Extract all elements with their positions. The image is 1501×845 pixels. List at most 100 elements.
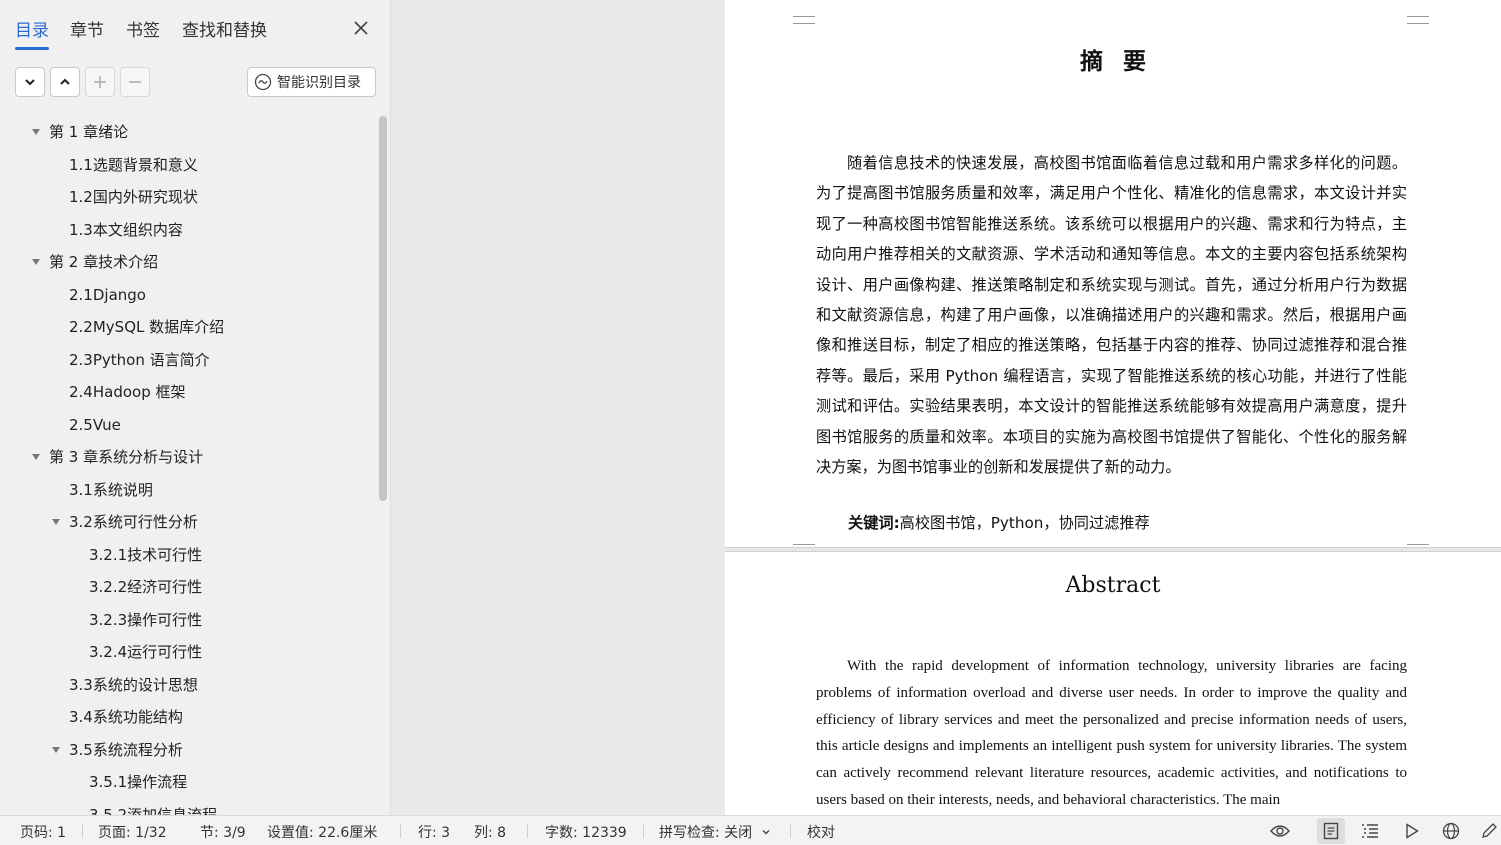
toc-item[interactable]: 第 3 章系统分析与设计 [0, 442, 370, 472]
minus-icon [129, 81, 141, 83]
tab-find-replace[interactable]: 查找和替换 [182, 16, 267, 41]
caret-down-icon[interactable] [30, 117, 42, 147]
abstract-zh-keywords: 关键词:高校图书馆，Python，协同过滤推荐 [848, 511, 1150, 533]
play-icon[interactable] [1401, 820, 1423, 842]
keywords-label: 关键词: [848, 514, 900, 532]
smart-toc-button[interactable]: 智能识别目录 [247, 67, 376, 97]
tab-bookmarks[interactable]: 书签 [126, 16, 160, 41]
outline-view-icon[interactable] [1359, 820, 1381, 842]
navigation-pane: 目录 章节 书签 查找和替换 智能识别目录 第 1 章绪论 1.1选题背景和意义 1… [0, 0, 391, 815]
toc-item[interactable]: 1.3本文组织内容 [0, 215, 370, 245]
toc-item-label: 2.4Hadoop 框架 [69, 383, 186, 401]
status-word-count[interactable]: 字数: 12339 [545, 822, 627, 842]
toc-item[interactable]: 3.2.3操作可行性 [0, 605, 370, 635]
toc-item-label: 3.2.1技术可行性 [89, 545, 203, 564]
toc-item[interactable]: 3.2系统可行性分析 [0, 507, 370, 537]
toc-item[interactable]: 3.1系统说明 [0, 475, 370, 505]
toc-item[interactable]: 3.2.2经济可行性 [0, 572, 370, 602]
status-proofread[interactable]: 校对 [807, 822, 835, 842]
toc-item[interactable]: 2.4Hadoop 框架 [0, 377, 370, 407]
close-icon[interactable] [350, 17, 372, 39]
document-area: 摘要 随着信息技术的快速发展，高校图书馆面临着信息过载和用户需求多样化的问题。为… [392, 0, 1501, 815]
toc-item[interactable]: 2.3Python 语言简介 [0, 345, 370, 375]
toc-item[interactable]: 3.3系统的设计思想 [0, 670, 370, 700]
toc-item[interactable]: 2.5Vue [0, 410, 370, 440]
toc-item-label: 2.1Django [69, 285, 146, 304]
toc-item-label: 1.3本文组织内容 [69, 220, 183, 239]
toc-item[interactable]: 2.1Django [0, 280, 370, 310]
globe-icon[interactable] [1440, 820, 1462, 842]
remove-heading-button[interactable] [120, 67, 150, 97]
spell-check-label: 拼写检查: 关闭 [659, 825, 753, 841]
smart-toc-icon [254, 73, 272, 91]
abstract-en-body[interactable]: With the rapid development of informatio… [816, 653, 1407, 814]
toc-item-label: 2.3Python 语言简介 [69, 350, 210, 369]
toc-item-label: 3.5系统流程分析 [69, 740, 183, 759]
toc-item-label: 第 3 章系统分析与设计 [49, 448, 204, 466]
status-page[interactable]: 页面: 1/32 [98, 822, 167, 842]
caret-down-icon[interactable] [50, 507, 62, 537]
page-view-icon[interactable] [1317, 818, 1345, 844]
chevron-up-icon [60, 78, 70, 85]
toc-item[interactable]: 3.2.4运行可行性 [0, 637, 370, 667]
status-separator [82, 824, 83, 838]
toc-item-label: 2.2MySQL 数据库介绍 [69, 318, 225, 336]
status-spell-check[interactable]: 拼写检查: 关闭 [659, 822, 771, 842]
nav-tabs: 目录 章节 书签 查找和替换 [0, 0, 391, 58]
toc-item-label: 3.2系统可行性分析 [69, 513, 198, 531]
toc-item[interactable]: 第 2 章技术介绍 [0, 247, 370, 277]
pen-icon[interactable] [1478, 820, 1500, 842]
caret-down-icon[interactable] [30, 247, 42, 277]
abstract-zh-title: 摘要 [1080, 48, 1166, 75]
toc-item[interactable]: 1.1选题背景和意义 [0, 150, 370, 180]
smart-toc-label: 智能识别目录 [277, 75, 361, 91]
toc-item[interactable]: 1.2国内外研究现状 [0, 182, 370, 212]
eye-icon[interactable] [1269, 820, 1291, 842]
toc-item[interactable]: 3.5.1操作流程 [0, 767, 370, 797]
status-page-code[interactable]: 页码: 1 [20, 822, 66, 842]
toc-list: 第 1 章绪论 1.1选题背景和意义 1.2国内外研究现状 1.3本文组织内容第 2 … [0, 116, 376, 815]
toc-item-label: 3.5.1操作流程 [89, 773, 188, 791]
toc-item-label: 3.3系统的设计思想 [69, 675, 198, 694]
tab-chapters[interactable]: 章节 [70, 16, 104, 41]
toc-item[interactable]: 3.5系统流程分析 [0, 735, 370, 765]
status-separator [790, 824, 791, 838]
toc-item-label: 2.5Vue [69, 415, 121, 434]
margin-mark [1407, 16, 1429, 24]
keywords-text: 高校图书馆，Python，协同过滤推荐 [899, 514, 1150, 532]
toc-item-label: 3.4系统功能结构 [69, 708, 183, 726]
status-section[interactable]: 节: 3/9 [200, 822, 246, 842]
abstract-zh-body[interactable]: 随着信息技术的快速发展，高校图书馆面临着信息过载和用户需求多样化的问题。为了提高… [816, 148, 1407, 482]
status-bar: 页码: 1 页面: 1/32 节: 3/9 设置值: 22.6厘米 行: 3 列… [0, 815, 1501, 845]
toc-item[interactable]: 3.5.2添加信息流程 [0, 800, 370, 816]
page-2: Abstract With the rapid development of i… [725, 551, 1501, 815]
status-setting[interactable]: 设置值: 22.6厘米 [267, 822, 377, 842]
plus-icon [94, 76, 106, 88]
toc-item-label: 3.2.3操作可行性 [89, 610, 203, 629]
toc-item-label: 第 2 章技术介绍 [49, 253, 159, 271]
expand-up-button[interactable] [50, 67, 80, 97]
page-1: 摘要 随着信息技术的快速发展，高校图书馆面临着信息过载和用户需求多样化的问题。为… [725, 0, 1501, 552]
toc-item-label: 1.2国内外研究现状 [69, 188, 198, 206]
status-separator [400, 824, 401, 838]
chevron-down-icon [762, 830, 770, 835]
status-col: 列: 8 [474, 825, 507, 841]
expand-down-button[interactable] [15, 67, 45, 97]
caret-down-icon[interactable] [50, 735, 62, 765]
toc-item-label: 3.2.2经济可行性 [89, 578, 203, 596]
toc-item-label: 1.1选题背景和意义 [69, 155, 198, 174]
add-heading-button[interactable] [85, 67, 115, 97]
tab-toc[interactable]: 目录 [15, 16, 49, 50]
toc-scrollbar[interactable] [379, 116, 387, 501]
toc-item[interactable]: 3.2.1技术可行性 [0, 540, 370, 570]
toc-item-label: 第 1 章绪论 [49, 123, 129, 141]
abstract-en-title: Abstract [1065, 573, 1161, 598]
status-separator [643, 824, 644, 838]
toc-item[interactable]: 2.2MySQL 数据库介绍 [0, 312, 370, 342]
chevron-down-icon [25, 79, 35, 86]
toc-item[interactable]: 3.4系统功能结构 [0, 702, 370, 732]
toc-item-label: 3.5.2添加信息流程 [89, 805, 218, 816]
toc-item[interactable]: 第 1 章绪论 [0, 117, 370, 147]
caret-down-icon[interactable] [30, 442, 42, 472]
status-separator [527, 824, 528, 838]
